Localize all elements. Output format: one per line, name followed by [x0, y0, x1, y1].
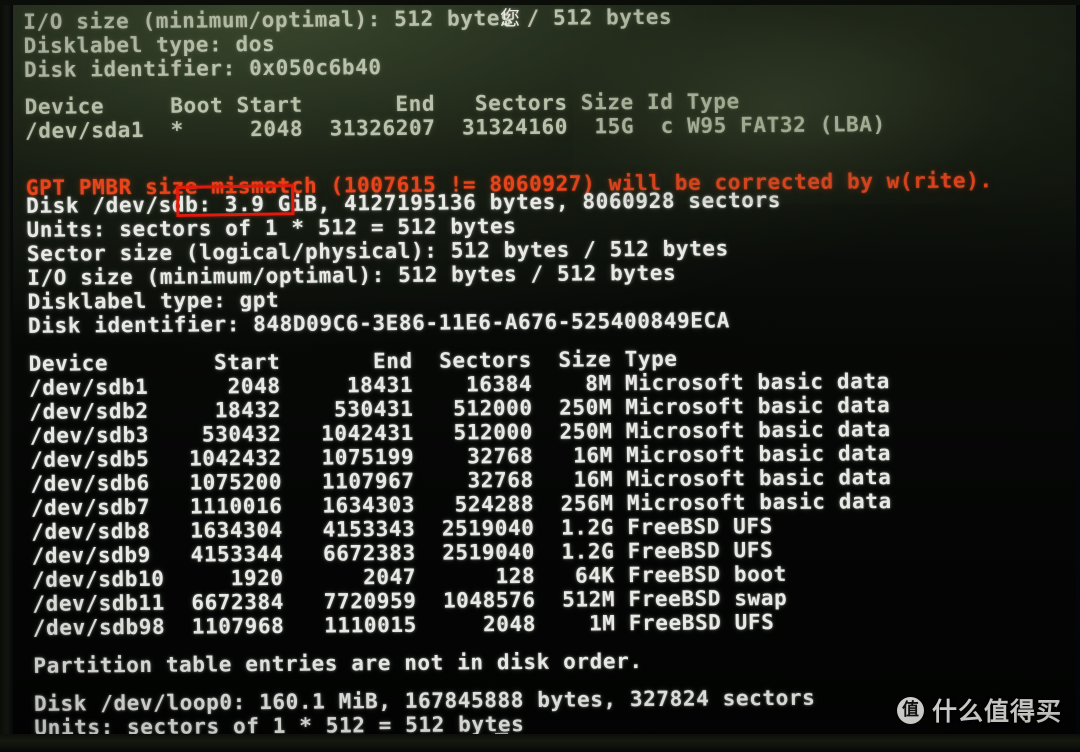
console-text-layer: I/O size (minimum/optimal): 512 bytes / … — [13, 4, 1076, 744]
sdb-disk-line: Disk /dev/sdb: 3.9 GiB, 4127195136 bytes… — [25, 187, 782, 218]
loop0-disk-line: Disk /dev/loop0: 160.1 MiB, 167845888 by… — [33, 685, 816, 716]
watermark-logo-icon: 值 — [896, 696, 924, 724]
monitor-bezel-top — [0, 0, 1080, 5]
dos-identifier-line: Disk identifier: 0x050c6b40 — [23, 55, 382, 82]
monitor-screen: I/O size (minimum/optimal): 512 bytes / … — [13, 4, 1076, 744]
watermark: 值 什么值得买 — [896, 692, 1062, 728]
sdb-io-size-line: I/O size (minimum/optimal): 512 bytes / … — [27, 260, 677, 290]
terminal-photo: I/O size (minimum/optimal): 512 bytes / … — [0, 0, 1080, 752]
sdb-disklabel-line: Disklabel type: gpt — [27, 287, 280, 314]
table-row: /dev/sdb98 1107968 1110015 2048 1M FreeB… — [32, 610, 775, 640]
partition-order-note: Partition table entries are not in disk … — [33, 649, 643, 678]
monitor-bezel-left — [0, 0, 13, 752]
dos-io-size-line: I/O size (minimum/optimal): 512 bytes / … — [23, 4, 673, 34]
monitor-bezel-bottom — [0, 734, 1080, 752]
overlay-glyph: 您 — [500, 6, 520, 30]
sdb-identifier-line: Disk identifier: 848D09C6-3E86-11E6-A676… — [27, 308, 731, 338]
dos-disklabel-line: Disklabel type: dos — [23, 31, 276, 58]
watermark-text: 什么值得买 — [931, 697, 1062, 726]
